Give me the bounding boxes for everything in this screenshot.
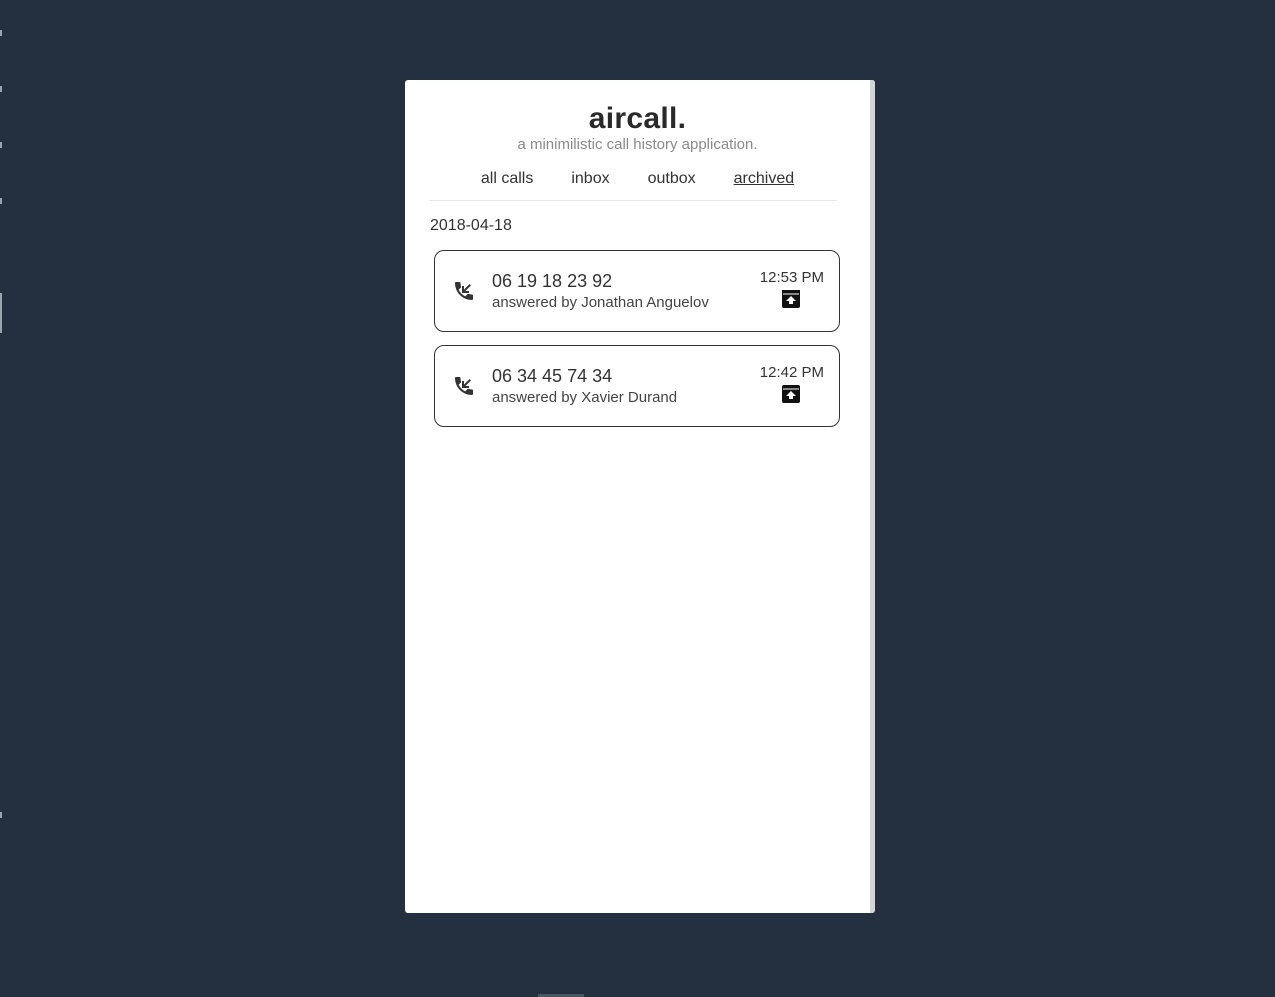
tab-all-calls[interactable]: all calls xyxy=(481,169,533,189)
window-edge-marker xyxy=(0,86,2,92)
window-edge-marker xyxy=(0,198,2,204)
app-tagline: a minimilistic call history application. xyxy=(517,136,758,153)
call-time: 12:42 PM xyxy=(759,364,824,381)
incoming-call-icon xyxy=(452,374,476,398)
unarchive-icon[interactable] xyxy=(781,289,801,309)
brand-logo: aircall. xyxy=(588,102,687,135)
call-number: 06 34 45 74 34 xyxy=(492,366,613,386)
app-header: aircall. a minimilistic call history app… xyxy=(405,80,870,189)
window-edge-marker xyxy=(0,293,2,333)
tab-inbox[interactable]: inbox xyxy=(571,169,609,189)
nav-tabs: all calls inbox outbox archived xyxy=(405,169,870,189)
call-item[interactable]: 06 19 18 23 92 answered by Jonathan Angu… xyxy=(434,250,840,332)
scrollbar[interactable] xyxy=(870,80,875,913)
incoming-call-icon xyxy=(452,279,476,303)
tab-archived[interactable]: archived xyxy=(734,169,794,189)
unarchive-icon[interactable] xyxy=(781,384,801,404)
date-group-header: 2018-04-18 xyxy=(430,217,512,234)
tab-outbox[interactable]: outbox xyxy=(648,169,696,189)
call-answered-by: answered by Jonathan Anguelov xyxy=(492,294,709,311)
app-container: aircall. a minimilistic call history app… xyxy=(405,80,875,913)
call-number: 06 19 18 23 92 xyxy=(492,271,613,291)
call-answered-by: answered by Xavier Durand xyxy=(492,389,678,406)
header-divider xyxy=(430,200,837,201)
window-edge-marker xyxy=(0,30,2,36)
call-time: 12:53 PM xyxy=(759,269,824,286)
window-edge-marker xyxy=(0,142,2,148)
window-edge-marker xyxy=(0,812,2,818)
call-item[interactable]: 06 34 45 74 34 answered by Xavier Durand… xyxy=(434,345,840,427)
